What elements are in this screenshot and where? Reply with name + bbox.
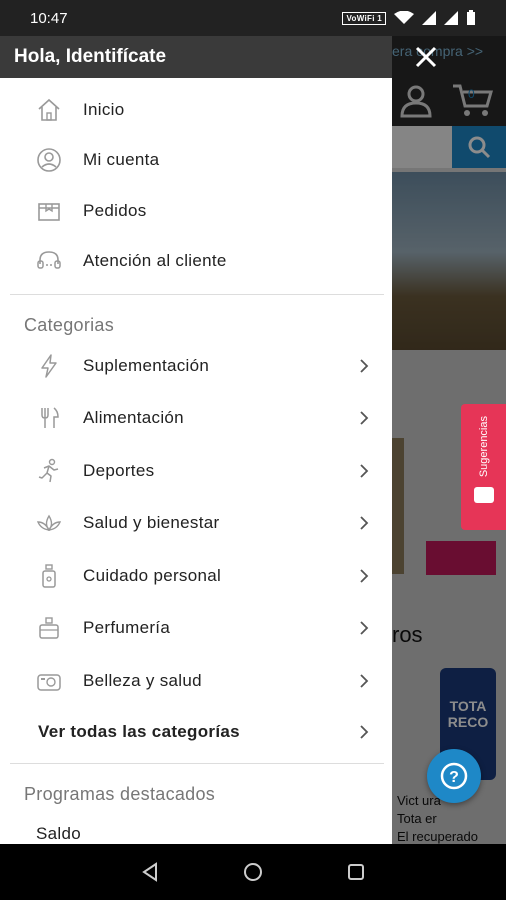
cellular-icon: [422, 11, 436, 25]
greeting-text[interactable]: Hola, Identifícate: [14, 46, 166, 68]
menu-label: Pedidos: [83, 201, 147, 220]
chevron-right-icon: [360, 464, 369, 478]
category-label: Alimentación: [83, 408, 184, 427]
category-item-deportes[interactable]: Deportes: [0, 447, 392, 495]
feedback-label: Sugerencias: [477, 416, 490, 478]
lotus-icon: [36, 510, 62, 536]
back-icon: [142, 862, 157, 882]
wifi-icon: [394, 11, 414, 24]
close-drawer-button[interactable]: [408, 42, 444, 72]
category-item-salud-bienestar[interactable]: Salud y bienestar: [0, 499, 392, 547]
recents-icon: [348, 864, 364, 880]
chevron-right-icon: [360, 569, 369, 583]
close-icon: [415, 46, 437, 68]
chevron-right-icon: [360, 621, 369, 635]
divider: [10, 763, 384, 764]
perfume-icon: [36, 615, 62, 641]
program-item-saldo[interactable]: Saldo: [36, 824, 81, 844]
categories-title: Categorias: [24, 315, 115, 335]
menu-label: Atención al cliente: [83, 251, 227, 270]
feedback-tab[interactable]: Sugerencias: [461, 404, 506, 530]
headset-icon: [36, 248, 62, 274]
category-label: Perfumería: [83, 618, 171, 637]
category-item-alimentacion[interactable]: Alimentación: [0, 394, 392, 442]
category-item-cuidado-personal[interactable]: Cuidado personal: [0, 552, 392, 600]
category-item-suplementacion[interactable]: Suplementación: [0, 342, 392, 390]
vowifi-badge: VoWiFi 1: [342, 11, 386, 25]
chevron-right-icon: [360, 411, 369, 425]
cellular-icon-2: [444, 11, 458, 25]
status-time: 10:47: [30, 9, 68, 27]
chevron-right-icon: [360, 516, 369, 530]
drawer-header[interactable]: Hola, Identifícate: [0, 36, 392, 78]
smiley-icon: [473, 487, 494, 504]
back-button[interactable]: [134, 856, 166, 888]
runner-icon: [36, 458, 62, 484]
account-icon: [36, 147, 62, 173]
menu-item-mi-cuenta[interactable]: Mi cuenta: [0, 136, 392, 184]
home-circle-icon: [244, 863, 262, 881]
system-navigation-bar: [0, 844, 506, 900]
programs-title: Programas destacados: [24, 784, 216, 804]
bolt-icon: [36, 353, 62, 379]
category-label: Deportes: [83, 461, 155, 480]
menu-item-pedidos[interactable]: Pedidos: [0, 187, 392, 235]
category-label: Belleza y salud: [83, 671, 202, 690]
home-icon: [36, 97, 62, 123]
battery-icon: [467, 10, 475, 25]
status-bar: 10:47 VoWiFi 1: [0, 0, 506, 36]
category-label: Suplementación: [83, 356, 210, 375]
category-label: Salud y bienestar: [83, 513, 220, 532]
help-button[interactable]: ?: [427, 749, 481, 803]
orders-icon: [36, 198, 62, 224]
category-item-perfumeria[interactable]: Perfumería: [0, 604, 392, 652]
chevron-right-icon: [360, 674, 369, 688]
all-categories-label: Ver todas las categorías: [38, 722, 240, 741]
category-item-belleza-salud[interactable]: Belleza y salud: [0, 657, 392, 705]
bottle-icon: [36, 563, 62, 589]
status-icons: VoWiFi 1: [342, 10, 476, 26]
help-icon: ?: [440, 762, 468, 790]
all-categories-link[interactable]: Ver todas las categorías: [0, 708, 392, 756]
cutlery-icon: [36, 405, 62, 431]
menu-label: Inicio: [83, 100, 125, 119]
category-label: Cuidado personal: [83, 566, 222, 585]
divider: [10, 294, 384, 295]
menu-item-atencion-cliente[interactable]: Atención al cliente: [0, 237, 392, 285]
help-icon-glyph: ?: [449, 769, 459, 786]
home-button[interactable]: [237, 856, 269, 888]
camera-icon: [36, 668, 62, 694]
chevron-right-icon: [360, 725, 369, 739]
recents-button[interactable]: [340, 856, 372, 888]
menu-item-inicio[interactable]: Inicio: [0, 86, 392, 134]
menu-label: Mi cuenta: [83, 150, 160, 169]
navigation-drawer: Hola, Identifícate Inicio Mi cuenta Pedi…: [0, 36, 392, 844]
chevron-right-icon: [360, 359, 369, 373]
